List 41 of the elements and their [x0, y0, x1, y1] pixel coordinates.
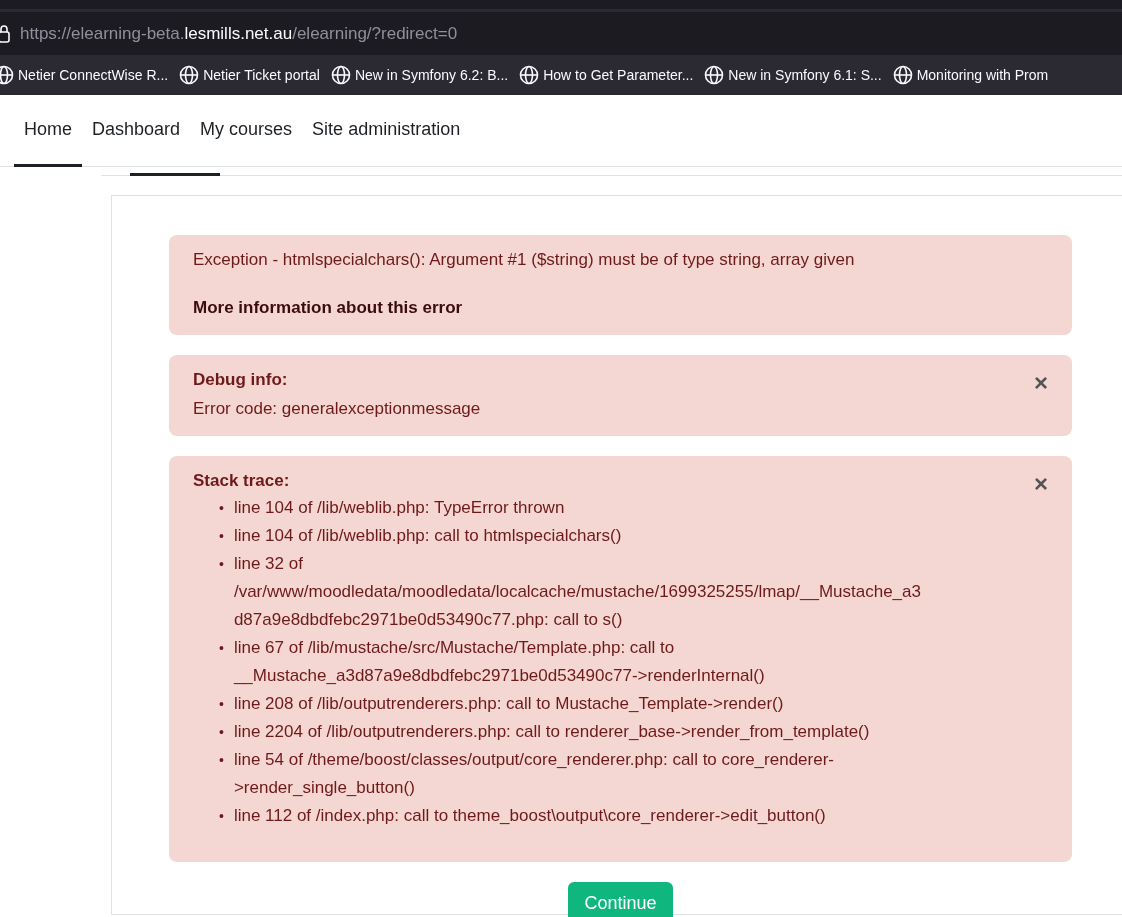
stack-line: line 104 of /lib/weblib.php: call to htmlspecialchars() [233, 525, 622, 547]
stack-line: line 2204 of /lib/outputrenderers.php: call to renderer_base->render_from_template() [233, 721, 870, 743]
globe-icon [0, 65, 14, 85]
url-text[interactable]: https://elearning-beta.lesmills.net.au/elearning/?redirect=0 [20, 23, 458, 44]
stack-line: line 32 of /var/www/moodledata/moodledata/localcache/mustache/1699325255/lmap/__Mustache_a3d87a9e8dbdfebc2971be0d53490c77.php: call to s() [233, 553, 922, 631]
bookmark-link[interactable]: Monitoring with Prom [892, 65, 1049, 85]
stack-line: line 104 of /lib/weblib.php: TypeError thrown [233, 497, 565, 519]
bullet: • [219, 555, 224, 574]
nav-tab[interactable]: Dashboard [82, 95, 191, 167]
bullet: • [219, 723, 224, 742]
bullet: • [219, 639, 224, 658]
bookmark-link[interactable]: New in Symfony 6.2: B... [330, 65, 509, 85]
bullet: • [219, 751, 224, 770]
globe-icon [519, 65, 540, 85]
nav-tab[interactable]: My courses [190, 95, 303, 167]
error-message: Exception - htmlspecialchars(): Argument #1 ($string) must be of type string, array given [193, 249, 855, 271]
close-button[interactable]: × [1034, 371, 1048, 395]
bullet: • [219, 527, 224, 546]
stack-line: line 67 of /lib/mustache/src/Mustache/Template.php: call to __Mustache_a3d87a9e8dbdfebc2971be0d53490c77->renderInternal() [233, 637, 766, 687]
bookmark-link[interactable]: Netier ConnectWise R... [0, 65, 169, 85]
more-info-heading: More information about this error [193, 297, 463, 319]
stack-line: line 54 of /theme/boost/classes/output/core_renderer.php: call to core_renderer->render_single_button() [233, 749, 835, 799]
stack-title: Stack trace: [193, 470, 290, 492]
close-button[interactable]: × [1034, 472, 1048, 496]
stack-line: line 112 of /index.php: call to theme_boost\output\core_renderer->edit_button() [233, 805, 826, 827]
stack-line: line 208 of /lib/outputrenderers.php: call to Mustache_Template->render() [233, 693, 784, 715]
bookmark-link[interactable]: Netier Ticket portal [179, 65, 320, 85]
bullet: • [219, 807, 224, 826]
globe-icon [704, 65, 725, 85]
nav-tab[interactable]: Home [14, 95, 82, 167]
bookmark-link[interactable]: How to Get Parameter... [519, 65, 694, 85]
error-code: Error code: generalexceptionmessage [193, 398, 481, 420]
nav-tab[interactable]: Site administration [302, 95, 471, 167]
debug-title: Debug info: [193, 369, 288, 391]
globe-icon [179, 65, 200, 85]
globe-icon [330, 65, 351, 85]
bookmark-link[interactable]: New in Symfony 6.1: S... [704, 65, 882, 85]
bullet: • [219, 695, 224, 714]
lock-icon [0, 24, 10, 43]
bullet: • [219, 499, 224, 518]
globe-icon [892, 65, 913, 85]
